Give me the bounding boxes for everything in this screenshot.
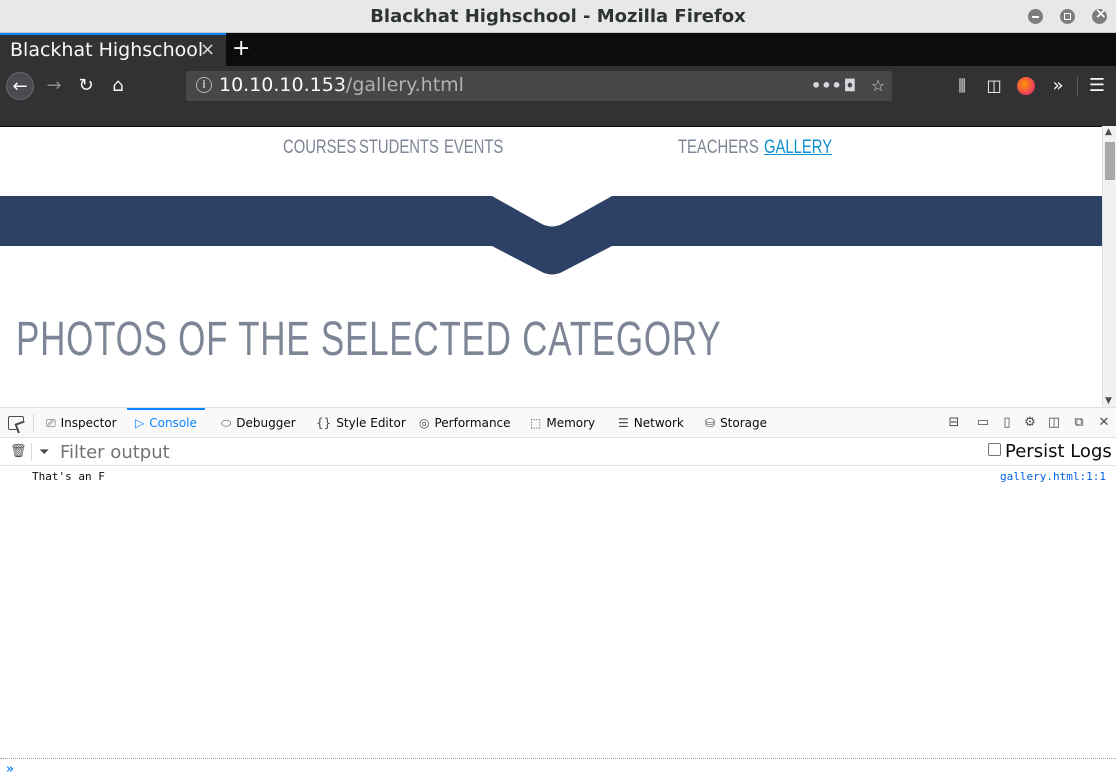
sidebar-icon[interactable]: ◫: [982, 74, 1006, 98]
console-input-line[interactable]: »: [0, 758, 1116, 781]
extension-logo-icon: [1017, 77, 1035, 95]
devtools-tab-debugger[interactable]: ⬭ Debugger: [213, 408, 304, 438]
site-nav-teachers[interactable]: TEACHERS: [678, 137, 759, 159]
devtools-settings-gear-icon[interactable]: ⚙: [1022, 415, 1038, 431]
devtools-tab-console[interactable]: ▷ Console: [127, 408, 205, 438]
devtools-tab-network[interactable]: ☰ Network: [610, 408, 692, 438]
scratchpad-icon[interactable]: ▭: [975, 415, 991, 431]
devtools-tab-label: Storage: [720, 416, 768, 430]
forward-icon[interactable]: →: [40, 72, 68, 100]
devtools-tab-performance[interactable]: ◎ Performance: [411, 408, 519, 438]
storage-icon: ⛁: [705, 416, 716, 430]
extension-icon[interactable]: [1014, 74, 1038, 98]
devtools-tab-label: Network: [633, 416, 684, 430]
devtools-tab-label: Inspector: [60, 416, 117, 430]
pocket-icon[interactable]: ◘: [839, 75, 861, 97]
devtools-tab-label: Debugger: [236, 416, 296, 430]
devtools-panel: ⎚ Inspector ▷ Console ⬭ Debugger {} Style Ed…: [0, 407, 1116, 781]
new-tab-icon[interactable]: +: [232, 36, 250, 61]
devtools-tab-storage[interactable]: ⛁ Storage: [697, 408, 775, 438]
url-text[interactable]: 10.10.10.153/gallery.html: [219, 74, 464, 96]
window-close-icon[interactable]: [1092, 6, 1107, 24]
toolbar-separator: [1077, 76, 1078, 96]
devtools-tab-inspector[interactable]: ⎚ Inspector: [38, 408, 125, 438]
devtools-separator: [33, 414, 34, 432]
toolbar-spacer: [0, 106, 1116, 126]
home-icon[interactable]: ⌂: [104, 72, 132, 100]
navigation-toolbar: ← → ↻ ⌂ i 10.10.10.153/gallery.html ••• …: [0, 66, 1116, 106]
devtools-tab-label: Style Editor: [336, 416, 406, 430]
frame-selector-icon[interactable]: ⊟: [946, 415, 962, 431]
firefox-window: Blackhat Highschool - Mozilla Firefox Bl…: [0, 0, 1116, 781]
filter-separator: [31, 443, 32, 461]
persist-logs-checkbox[interactable]: Persist Logs: [988, 441, 1112, 462]
hamburger-menu-icon[interactable]: ☰: [1085, 74, 1109, 98]
url-bar[interactable]: i 10.10.10.153/gallery.html ••• ◘ ☆: [186, 71, 892, 101]
window-titlebar: Blackhat Highschool - Mozilla Firefox: [0, 0, 1116, 33]
devtools-tab-label: Performance: [434, 416, 511, 430]
clear-console-trash-icon[interactable]: 🗑: [10, 444, 27, 459]
scroll-up-icon[interactable]: ▲: [1105, 127, 1112, 137]
reload-icon[interactable]: ↻: [72, 72, 100, 100]
console-message-text: That's an F: [32, 470, 105, 483]
separate-window-icon[interactable]: ⧉: [1071, 415, 1087, 431]
dock-side-icon[interactable]: ◫: [1046, 415, 1062, 431]
devtools-close-icon[interactable]: ✕: [1096, 415, 1112, 431]
library-icon[interactable]: ⫼: [950, 74, 974, 98]
network-icon: ☰: [618, 416, 629, 430]
site-info-icon[interactable]: i: [196, 77, 212, 93]
scroll-down-icon[interactable]: ▼: [1105, 396, 1112, 406]
tab-close-icon[interactable]: ×: [200, 39, 215, 60]
tab-strip: Blackhat Highschool × +: [0, 33, 1116, 66]
site-nav-students[interactable]: STUDENTS: [359, 137, 439, 159]
memory-icon: ⬚: [530, 416, 542, 430]
bookmark-star-icon[interactable]: ☆: [867, 75, 889, 97]
back-icon[interactable]: ←: [6, 72, 34, 100]
page-viewport: COURSES STUDENTS EVENTS TEACHERS GALLERY…: [0, 126, 1102, 407]
site-nav-gallery[interactable]: GALLERY: [764, 137, 832, 159]
responsive-design-icon[interactable]: ▯: [999, 415, 1015, 431]
console-message: That's an F gallery.html:1:1: [0, 468, 1116, 486]
page-actions-icon[interactable]: •••: [811, 75, 842, 97]
page-heading: PHOTOS OF THE SELECTED CATEGORY: [16, 313, 722, 366]
console-icon: ▷: [135, 416, 145, 430]
style-editor-icon: {}: [316, 416, 332, 430]
devtools-toolbar: ⎚ Inspector ▷ Console ⬭ Debugger {} Style Ed…: [0, 408, 1116, 438]
filter-funnel-icon[interactable]: ⏷: [39, 445, 49, 460]
devtools-tab-label: Console: [149, 416, 197, 430]
console-prompt-icon: »: [6, 762, 14, 777]
element-picker-icon[interactable]: [8, 416, 24, 430]
window-title: Blackhat Highschool - Mozilla Firefox: [370, 6, 746, 27]
filter-output-input[interactable]: [60, 440, 760, 464]
persist-logs-label: Persist Logs: [1005, 441, 1112, 462]
console-output: That's an F gallery.html:1:1: [0, 466, 1116, 758]
devtools-tab-label: Memory: [546, 416, 596, 430]
tab-title: Blackhat Highschool: [10, 39, 204, 61]
console-message-source-link[interactable]: gallery.html:1:1: [1000, 470, 1106, 483]
banner-chevron: [492, 196, 612, 275]
tab-blackhat-highschool[interactable]: Blackhat Highschool ×: [0, 33, 226, 66]
maximize-icon[interactable]: [1060, 9, 1075, 24]
persist-logs-check-box[interactable]: [988, 443, 1001, 456]
site-nav-events[interactable]: EVENTS: [444, 137, 503, 159]
site-nav-courses[interactable]: COURSES: [283, 137, 356, 159]
url-path: /gallery.html: [345, 74, 464, 96]
minimize-icon[interactable]: [1028, 9, 1043, 24]
inspector-icon: ⎚: [46, 416, 56, 430]
performance-icon: ◎: [419, 416, 430, 430]
overflow-chevron-icon[interactable]: »: [1046, 74, 1070, 98]
console-filter-bar: 🗑 ⏷ Persist Logs: [0, 438, 1116, 466]
url-host: 10.10.10.153: [219, 74, 346, 96]
devtools-tab-style-editor[interactable]: {} Style Editor: [308, 408, 414, 438]
scrollbar-thumb[interactable]: [1105, 142, 1115, 180]
devtools-tab-memory[interactable]: ⬚ Memory: [522, 408, 603, 438]
page-scrollbar[interactable]: ▲ ▼: [1102, 126, 1116, 407]
debugger-icon: ⬭: [221, 416, 232, 430]
